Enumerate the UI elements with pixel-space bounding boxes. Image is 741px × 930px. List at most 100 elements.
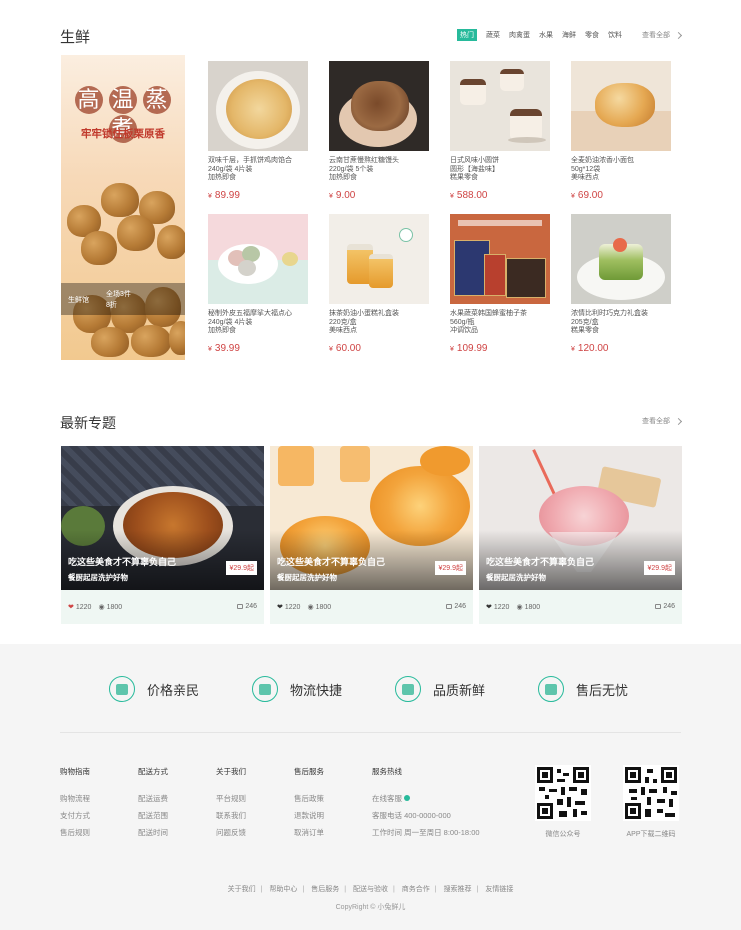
tab-snacks[interactable]: 零食 <box>585 30 599 40</box>
site-footer: 价格亲民 物流快捷 品质新鲜 售后无忧 购物指南 购物流程 支付方式 售后规则 … <box>0 644 741 930</box>
tab-fruit[interactable]: 水果 <box>539 30 553 40</box>
bottom-link[interactable]: 搜索推荐 <box>444 886 472 893</box>
product-card[interactable]: 抹茶奶油小蛋糕礼盒装 220克/盒 美味西点 ¥60.00 <box>329 214 429 367</box>
price-value: 69.00 <box>577 190 603 201</box>
product-card[interactable]: 全麦奶油浓香小面包 50g*12袋 美味西点 ¥69.00 <box>571 61 671 214</box>
product-name-line: 美味西点 <box>329 327 357 334</box>
footer-link[interactable]: 购物流程 <box>60 794 90 811</box>
truck-icon <box>252 676 278 702</box>
bottom-link[interactable]: 帮助中心 <box>269 886 297 893</box>
currency-symbol: ¥ <box>571 346 575 353</box>
product-name-line: 加热即食 <box>208 327 236 334</box>
bottom-link[interactable]: 售后服务 <box>311 886 339 893</box>
view-all-link[interactable]: 查看全部 <box>642 416 683 426</box>
tab-meat-eggs[interactable]: 肉禽蛋 <box>509 30 530 40</box>
footer-divider <box>60 732 681 733</box>
product-image <box>450 61 550 151</box>
product-name-line: 加热即食 <box>208 174 236 181</box>
likes-stat[interactable]: ❤ 1220 <box>486 603 509 612</box>
product-card[interactable]: 日式风味小圆饼 圆形【海盐味】 糕果零食 ¥588.00 <box>450 61 550 214</box>
footer-link[interactable]: 支付方式 <box>60 811 90 828</box>
topic-price: ¥29.9起 <box>226 561 257 575</box>
topic-stats: ❤ 1220 ◉ 1800 <box>277 603 338 612</box>
promo-banner[interactable]: 高 温 蒸 煮 牢牢锁住板栗原香 生鲜馆 全场3件 8折 <box>61 55 185 360</box>
currency-symbol: ¥ <box>329 193 333 200</box>
service-price: 价格亲民 <box>109 676 252 702</box>
product-image <box>208 61 308 151</box>
likes-stat[interactable]: ❤ 1220 <box>277 603 300 612</box>
topic-card[interactable]: 吃这些美食才不算辜负自己 餐厨起居洗护好物 ¥29.9起 ❤ 1220 ◉ 1800… <box>479 446 682 624</box>
product-name-line: 抹茶奶油小蛋糕礼盒装 <box>329 310 399 317</box>
banner-char: 温 <box>109 86 137 114</box>
product-card[interactable]: 双味千层，手抓饼鸡肉馅合 240g/袋 4片装 加热即食 ¥89.99 <box>208 61 308 214</box>
topic-stats: ❤ 1220 ◉ 1800 <box>486 603 547 612</box>
comments-stat[interactable]: 246 <box>446 603 466 610</box>
qr-code-image <box>623 765 679 821</box>
product-image <box>329 214 429 304</box>
bottom-link[interactable]: 关于我们 <box>228 886 256 893</box>
views-count: 1800 <box>524 603 541 611</box>
heart-icon: ❤ <box>486 604 492 611</box>
comments-stat[interactable]: 246 <box>237 603 257 610</box>
column-heading: 服务热线 <box>372 767 402 776</box>
footer-column-delivery: 配送方式 配送运费 配送范围 配送时间 <box>138 766 168 845</box>
service-label: 售后无忧 <box>576 682 629 698</box>
bottom-link[interactable]: 商务合作 <box>402 886 430 893</box>
product-card[interactable]: 水果蔬菜韩国蜂蜜柚子茶 560g/瓶 冲调饮品 ¥109.99 <box>450 214 550 367</box>
view-all-link[interactable]: 查看全部 <box>642 30 683 40</box>
product-name-line: 240g/袋 4片装 <box>208 165 253 173</box>
footer-link[interactable]: 问题反馈 <box>216 828 246 845</box>
tab-hot[interactable]: 热门 <box>457 29 477 41</box>
footer-link[interactable]: 配送时间 <box>138 828 168 845</box>
price-value: 39.99 <box>214 343 240 354</box>
product-price: ¥69.00 <box>571 190 671 201</box>
topic-subtitle: 餐厨起居洗护好物 <box>486 573 546 582</box>
product-name-line: 560g/瓶 <box>450 318 475 326</box>
product-name-line: 秘制外皮五福摩挲大福点心 <box>208 310 292 317</box>
product-price: ¥109.99 <box>450 343 550 354</box>
product-name-line: 美味西点 <box>571 174 599 181</box>
footer-link[interactable]: 取消订单 <box>294 828 324 845</box>
product-name: 浓情比利时巧克力礼盒装 205克/盒 糕果零食 <box>571 310 671 336</box>
footer-link[interactable]: 配送范围 <box>138 811 168 828</box>
product-card[interactable]: 浓情比利时巧克力礼盒装 205克/盒 糕果零食 ¥120.00 <box>571 214 671 367</box>
views-count: 1800 <box>315 603 332 611</box>
working-hours: 工作时间 周一至周日 8:00-18:00 <box>372 828 480 837</box>
product-card[interactable]: 秘制外皮五福摩挲大福点心 240g/袋 4片装 加热即食 ¥39.99 <box>208 214 308 367</box>
product-name-line: 双味千层，手抓饼鸡肉馅合 <box>208 157 292 164</box>
price-value: 89.99 <box>214 190 240 201</box>
price-value: 120.00 <box>577 343 609 354</box>
footer-link[interactable]: 售后政策 <box>294 794 324 811</box>
online-service-link[interactable]: 在线客服 <box>372 794 480 811</box>
footer-link[interactable]: 售后规则 <box>60 828 90 845</box>
likes-stat[interactable]: ❤ 1220 <box>68 603 91 612</box>
product-card[interactable]: 云南甘蔗慢熬红糖馒头 220g/袋 5个装 加热即食 ¥9.00 <box>329 61 429 214</box>
category-tabs: 热门 蔬菜 肉禽蛋 水果 海鲜 零食 饮料 查看全部 <box>448 29 683 41</box>
product-price: ¥60.00 <box>329 343 429 354</box>
bottom-link[interactable]: 友情链接 <box>485 886 513 893</box>
footer-link[interactable]: 退款说明 <box>294 811 324 828</box>
fresh-section-header: 生鲜 热门 蔬菜 肉禽蛋 水果 海鲜 零食 饮料 查看全部 <box>60 26 683 46</box>
topic-card[interactable]: 吃这些美食才不算辜负自己 餐厨起居洗护好物 ¥29.9起 ❤ 1220 ◉ 1800… <box>61 446 264 624</box>
footer-link[interactable]: 配送运费 <box>138 794 168 811</box>
tab-vegetables[interactable]: 蔬菜 <box>486 30 500 40</box>
comments-stat[interactable]: 246 <box>655 603 675 610</box>
footer-link[interactable]: 联系我们 <box>216 811 246 828</box>
comments-count: 246 <box>454 603 466 610</box>
currency-symbol: ¥ <box>329 346 333 353</box>
topic-price: ¥29.9起 <box>435 561 466 575</box>
bottom-link[interactable]: 配送与验收 <box>353 886 388 893</box>
comment-icon <box>237 604 244 609</box>
product-grid: 双味千层，手抓饼鸡肉馅合 240g/袋 4片装 加热即食 ¥89.99 云南甘蔗… <box>208 61 671 367</box>
topic-title: 吃这些美食才不算辜负自己 <box>277 557 386 567</box>
topic-card[interactable]: 吃这些美食才不算辜负自己 餐厨起居洗护好物 ¥29.9起 ❤ 1220 ◉ 1800… <box>270 446 473 624</box>
eye-icon: ◉ <box>307 604 314 611</box>
tab-drinks[interactable]: 饮料 <box>608 30 622 40</box>
wechat-qr: 微信公众号 <box>535 765 591 839</box>
banner-char: 蒸 <box>142 86 171 114</box>
product-name: 秘制外皮五福摩挲大福点心 240g/袋 4片装 加热即食 <box>208 310 308 336</box>
views-count: 1800 <box>106 603 123 611</box>
tab-seafood[interactable]: 海鲜 <box>562 30 576 40</box>
footer-link[interactable]: 平台规则 <box>216 794 246 811</box>
currency-symbol: ¥ <box>450 346 454 353</box>
